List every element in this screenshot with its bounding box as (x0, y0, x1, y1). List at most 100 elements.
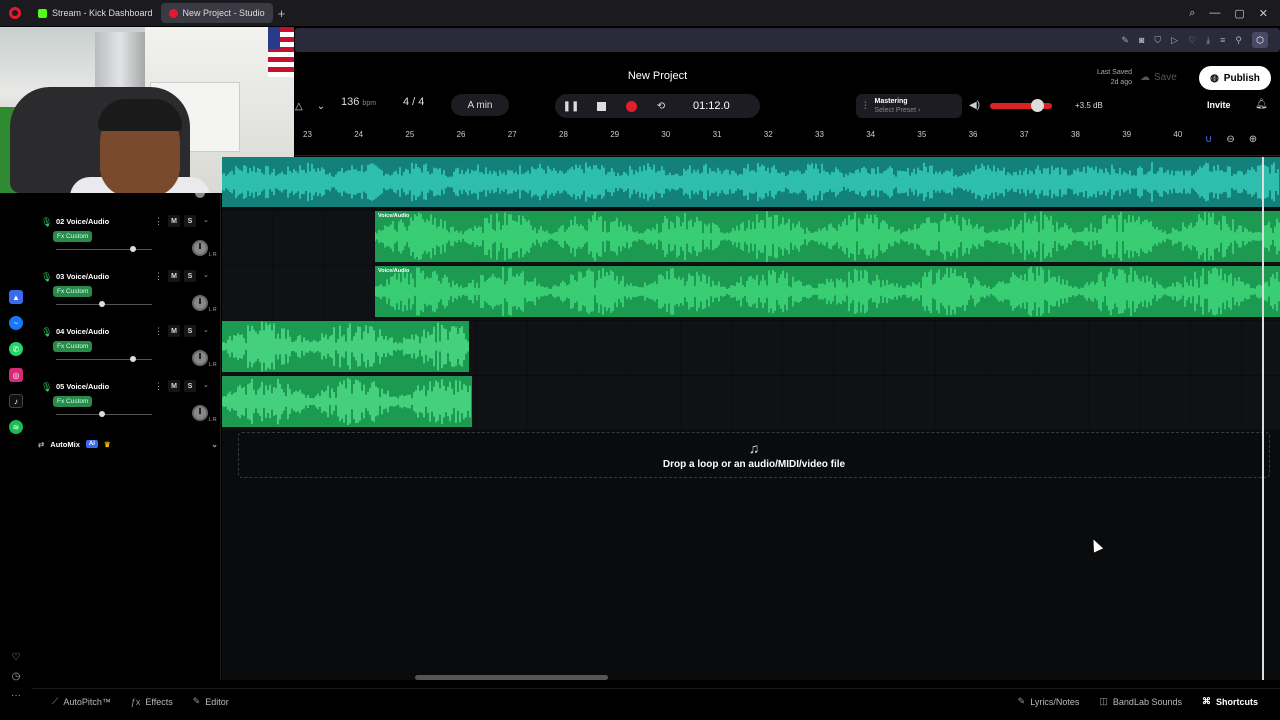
pan-knob[interactable] (192, 240, 208, 256)
chevron-down-icon[interactable]: ⌄ (203, 326, 209, 334)
mute-button[interactable]: M (168, 215, 180, 227)
search-icon[interactable]: ⌕ (1189, 7, 1195, 20)
save-button[interactable]: ☁ Save (1140, 68, 1190, 86)
history-icon[interactable]: ◷ (12, 671, 21, 682)
track-volume-knob[interactable] (99, 411, 105, 417)
chevron-down-icon[interactable]: ⌄ (317, 101, 325, 112)
extension-icon[interactable]: ⬡ (1252, 32, 1268, 48)
address-bar[interactable]: ✎ ◙ ⛉ ▷ ♡ ⤓ ≡ ⚲ ⬡ (295, 28, 1280, 52)
heart-icon[interactable]: ♡ (12, 652, 21, 663)
automix-row[interactable]: ⇄ AutoMix AI ♛ ⌄ (38, 437, 218, 451)
fx-badge[interactable]: Fx Custom (53, 341, 93, 352)
chevron-down-icon[interactable]: ⌄ (203, 216, 209, 224)
camera-icon[interactable]: ◙ (1139, 35, 1144, 45)
pan-knob[interactable] (192, 295, 208, 311)
track-volume-knob[interactable] (130, 356, 136, 362)
close-button[interactable]: ✕ (1259, 7, 1268, 20)
tab-studio[interactable]: New Project - Studio (160, 3, 273, 23)
new-tab-button[interactable]: + (273, 4, 291, 22)
opera-logo-icon[interactable] (0, 0, 30, 26)
track-volume-slider[interactable] (56, 359, 152, 360)
mastering-button[interactable]: ⫶ Mastering Select Preset › (856, 94, 962, 118)
track-header[interactable]: 🎙︎ 02 Voice/Audio ⋮ M S ⌄ Fx Custom L R (32, 211, 221, 266)
profile-icon[interactable]: ⚲ (1235, 35, 1242, 46)
zoom-in-icon[interactable]: ⊕ (1249, 134, 1257, 145)
track-menu-icon[interactable]: ⋮ (154, 216, 163, 227)
lyrics-button[interactable]: ✎ Lyrics/Notes (1018, 696, 1080, 707)
effects-button[interactable]: ƒx Effects (131, 697, 173, 707)
chevron-down-icon[interactable]: ⌄ (211, 440, 218, 449)
heart-icon[interactable]: ♡ (1188, 35, 1196, 46)
menu-icon[interactable]: ≡ (1220, 35, 1225, 45)
track-header[interactable]: 🎙︎ 05 Voice/Audio ⋮ M S ⌄ Fx Custom L R (32, 376, 221, 431)
timeline-ruler[interactable]: 23 24 25 26 27 28 29 30 31 32 33 34 35 36 37 38 39 40 (295, 126, 1280, 156)
solo-button[interactable]: S (184, 215, 196, 227)
drop-zone[interactable]: ♫ Drop a loop or an audio/MIDI/video fil… (238, 432, 1270, 478)
spotify-icon[interactable]: ≋ (9, 420, 23, 434)
track-name[interactable]: 04 Voice/Audio (56, 327, 109, 336)
chevron-down-icon[interactable]: ⌄ (203, 381, 209, 389)
time-signature[interactable]: 4 / 4 (403, 96, 424, 108)
track-name[interactable]: 03 Voice/Audio (56, 272, 109, 281)
pan-knob[interactable] (192, 405, 208, 421)
timeline-area[interactable]: Voice/Audio Voice/Audio (222, 157, 1280, 680)
track-volume-knob[interactable] (99, 301, 105, 307)
playhead[interactable] (1262, 157, 1264, 680)
stop-button[interactable] (593, 98, 609, 114)
bpm-display[interactable]: 136 bpm (341, 96, 376, 108)
mute-button[interactable]: M (168, 325, 180, 337)
metronome-icon[interactable]: △ (295, 101, 303, 112)
project-title[interactable]: New Project (600, 70, 715, 82)
solo-button[interactable]: S (184, 380, 196, 392)
solo-button[interactable]: S (184, 325, 196, 337)
shortcuts-button[interactable]: ⌘ Shortcuts (1202, 696, 1258, 707)
invite-button[interactable]: Invite (1207, 100, 1231, 110)
aria-icon[interactable]: ▲ (9, 290, 23, 304)
tab-kick-dashboard[interactable]: Stream - Kick Dashboard (30, 3, 161, 23)
fx-badge[interactable]: Fx Custom (53, 286, 93, 297)
maximize-button[interactable]: ▢ (1234, 7, 1244, 20)
shield-icon[interactable]: ⛉ (1154, 35, 1161, 46)
editor-button[interactable]: ✎ Editor (193, 696, 229, 707)
track-header[interactable]: 🎙︎ 03 Voice/Audio ⋮ M S ⌄ Fx Custom L R (32, 266, 221, 321)
key-button[interactable]: A min (451, 94, 509, 116)
pan-knob[interactable] (192, 350, 208, 366)
tiktok-icon[interactable]: ♪ (9, 394, 23, 408)
track-volume-slider[interactable] (56, 249, 152, 250)
track-menu-icon[interactable]: ⋮ (154, 381, 163, 392)
metronome-control[interactable]: △ ⌄ (295, 96, 325, 116)
horizontal-scrollbar[interactable] (415, 675, 608, 680)
audio-clip[interactable] (222, 376, 472, 427)
loop-button[interactable]: ⟲ (653, 98, 669, 114)
track-menu-icon[interactable]: ⋮ (154, 326, 163, 337)
mute-button[interactable]: M (168, 380, 180, 392)
fx-badge[interactable]: Fx Custom (53, 231, 93, 242)
track-name[interactable]: 02 Voice/Audio (56, 217, 109, 226)
instagram-icon[interactable]: ◎ (9, 368, 23, 382)
solo-button[interactable]: S (184, 270, 196, 282)
track-volume-knob[interactable] (130, 246, 136, 252)
mute-button[interactable]: M (168, 270, 180, 282)
audio-clip[interactable]: Voice/Audio (375, 211, 1280, 262)
zoom-out-icon[interactable]: ⊖ (1226, 134, 1234, 145)
record-button[interactable] (623, 98, 639, 114)
track-menu-icon[interactable]: ⋮ (154, 271, 163, 282)
publish-button[interactable]: ◍ Publish (1199, 66, 1271, 90)
magnet-icon[interactable]: ∪ (1205, 134, 1212, 145)
bandlab-sounds-button[interactable]: ◫ BandLab Sounds (1099, 696, 1182, 707)
speaker-icon[interactable]: ◀) (969, 100, 980, 111)
play-icon[interactable]: ▷ (1171, 35, 1178, 46)
fx-badge[interactable]: Fx Custom (53, 396, 93, 407)
whatsapp-icon[interactable]: ✆ (9, 342, 23, 356)
minimize-button[interactable]: — (1209, 7, 1220, 20)
audio-clip[interactable]: Voice/Audio (375, 266, 1280, 317)
more-icon[interactable]: ··· (11, 690, 21, 701)
messenger-icon[interactable]: ~ (9, 316, 23, 330)
pause-button[interactable]: ❚❚ (563, 98, 580, 114)
autopitch-button[interactable]: ⟋ AutoPitch™ (52, 696, 111, 707)
download-icon[interactable]: ⤓ (1206, 35, 1210, 46)
edit-icon[interactable]: ✎ (1121, 35, 1129, 46)
audio-clip[interactable] (222, 321, 469, 372)
master-clip[interactable] (222, 157, 1280, 207)
master-volume-knob[interactable] (1030, 99, 1044, 112)
